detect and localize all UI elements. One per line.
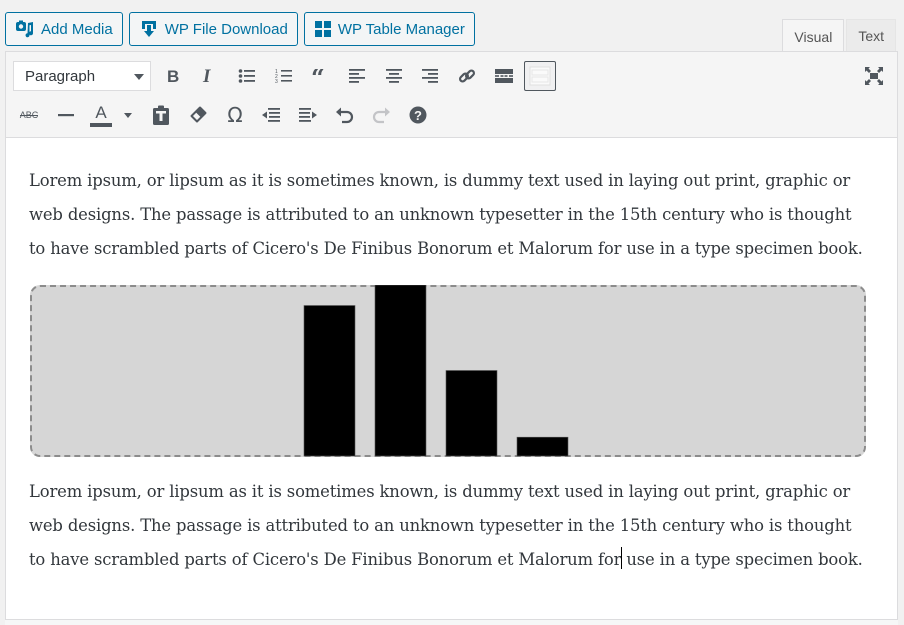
indent-icon (299, 106, 317, 124)
strikethrough-icon: ABC (20, 110, 39, 120)
format-select-value: Paragraph (25, 68, 95, 85)
blockquote-button[interactable]: “ (306, 62, 334, 90)
read-more-icon (495, 68, 513, 84)
file-download-icon (139, 19, 159, 39)
strikethrough-button[interactable]: ABC (15, 101, 43, 129)
paste-as-text-icon (152, 105, 170, 125)
chart-bar-3 (446, 371, 497, 457)
add-media-label: Add Media (41, 21, 113, 38)
toolbar-toggle-button[interactable] (524, 61, 556, 91)
tab-visual[interactable]: Visual (782, 19, 844, 53)
svg-text:“: “ (311, 69, 325, 83)
media-buttons: Add Media WP File Download WP Table Mana… (5, 12, 475, 46)
numbered-list-icon: 123 (275, 68, 293, 84)
clear-formatting-icon (189, 106, 207, 124)
align-right-icon (422, 68, 438, 84)
table-grid-icon (314, 20, 332, 38)
align-center-button[interactable] (380, 62, 408, 90)
bold-button[interactable]: B (159, 62, 187, 90)
text-color-label: A (95, 104, 106, 121)
editor-toolbar: Paragraph B I 123 “ (6, 52, 897, 138)
paragraph-1: Lorem ipsum, or lipsum as it is sometime… (29, 164, 869, 266)
svg-text:?: ? (414, 108, 422, 123)
numbered-list-button[interactable]: 123 (270, 62, 298, 90)
undo-button[interactable] (331, 101, 359, 129)
editor-tabs: Visual Text (782, 19, 896, 53)
text-color-button[interactable]: A (88, 101, 114, 129)
wp-table-manager-button[interactable]: WP Table Manager (304, 12, 475, 46)
editor-content[interactable]: Lorem ipsum, or lipsum as it is sometime… (6, 139, 897, 625)
svg-text:B: B (167, 67, 179, 85)
italic-button[interactable]: I (195, 62, 223, 90)
add-media-button[interactable]: Add Media (5, 12, 123, 46)
svg-text:I: I (202, 67, 211, 85)
align-right-button[interactable] (416, 62, 444, 90)
fullscreen-icon (865, 67, 883, 85)
chart-bar-2 (375, 285, 426, 456)
outdent-button[interactable] (257, 101, 285, 129)
editor-frame: Paragraph B I 123 “ (5, 51, 898, 625)
chevron-down-icon (124, 113, 132, 118)
bulleted-list-icon (238, 68, 256, 84)
read-more-button[interactable] (490, 62, 518, 90)
italic-icon: I (201, 67, 217, 85)
chart-bar-4 (517, 437, 568, 456)
help-button[interactable]: ? (404, 101, 432, 129)
bold-icon: B (165, 67, 181, 85)
tab-text[interactable]: Text (846, 19, 896, 52)
toolbar-toggle-icon (529, 66, 551, 86)
blockquote-icon: “ (311, 69, 329, 83)
paragraph-2-text-after-cursor: use in a type specimen book. (621, 550, 862, 569)
format-select[interactable]: Paragraph (13, 61, 151, 91)
special-character-icon: Ω (227, 103, 242, 127)
special-character-button[interactable]: Ω (221, 101, 249, 129)
clear-formatting-button[interactable] (184, 101, 212, 129)
fullscreen-button[interactable] (860, 62, 888, 90)
horizontal-line-icon (58, 113, 74, 117)
toolbar-row-1: Paragraph B I 123 “ (6, 57, 897, 93)
bulleted-list-button[interactable] (233, 62, 261, 90)
wp-table-manager-label: WP Table Manager (338, 21, 465, 38)
wp-file-download-label: WP File Download (165, 21, 288, 38)
insert-link-button[interactable] (453, 62, 481, 90)
chart-bar-1 (304, 306, 355, 456)
align-left-button[interactable] (343, 62, 371, 90)
horizontal-line-button[interactable] (52, 101, 80, 129)
redo-button[interactable] (367, 101, 395, 129)
align-center-icon (386, 68, 402, 84)
redo-icon (372, 106, 390, 124)
text-color-icon: A (90, 104, 112, 127)
align-left-icon (349, 68, 365, 84)
undo-icon (336, 106, 354, 124)
editor-status-bar (5, 619, 898, 625)
indent-button[interactable] (294, 101, 322, 129)
bar-chart (30, 285, 866, 457)
outdent-icon (262, 106, 280, 124)
insert-link-icon (458, 67, 476, 85)
text-color-dropdown[interactable] (120, 101, 136, 129)
svg-text:3: 3 (275, 79, 278, 84)
help-icon: ? (409, 106, 427, 124)
paragraph-2: Lorem ipsum, or lipsum as it is sometime… (29, 475, 869, 577)
paste-as-text-button[interactable] (147, 101, 175, 129)
chevron-down-icon (134, 74, 144, 80)
chart-placeholder[interactable] (30, 285, 866, 457)
toolbar-row-2: ABC A Ω (6, 97, 897, 133)
add-media-icon (15, 19, 35, 39)
wp-file-download-button[interactable]: WP File Download (129, 12, 298, 46)
